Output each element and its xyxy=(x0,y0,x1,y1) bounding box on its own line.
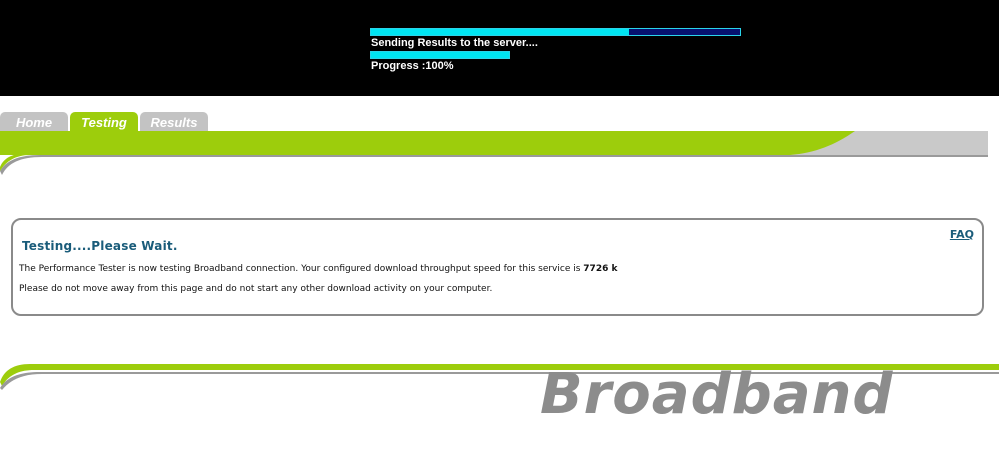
overall-progress-bar xyxy=(370,51,510,59)
status-message-text: The Performance Tester is now testing Br… xyxy=(19,264,584,274)
status-message: The Performance Tester is now testing Br… xyxy=(19,264,617,274)
send-progress-fill xyxy=(371,29,630,35)
tab-home[interactable]: Home xyxy=(0,112,68,132)
status-text: Sending Results to the server.... xyxy=(371,37,538,49)
overall-progress-fill xyxy=(371,52,509,58)
warning-message: Please do not move away from this page a… xyxy=(19,284,493,294)
tab-results[interactable]: Results xyxy=(140,112,208,132)
broadband-logo: Broadband xyxy=(540,362,894,427)
testing-panel: FAQ Testing....Please Wait. The Performa… xyxy=(11,218,984,316)
progress-text: Progress :100% xyxy=(371,60,454,72)
tab-testing[interactable]: Testing xyxy=(70,112,138,132)
applet-area: Sending Results to the server.... Progre… xyxy=(0,0,999,96)
tab-bar: Home Testing Results xyxy=(0,112,210,133)
faq-link[interactable]: FAQ xyxy=(950,228,974,241)
send-progress-bar xyxy=(370,28,741,36)
header-swoosh xyxy=(0,131,988,175)
panel-title: Testing....Please Wait. xyxy=(22,239,178,253)
configured-speed: 7726 k xyxy=(583,264,618,274)
